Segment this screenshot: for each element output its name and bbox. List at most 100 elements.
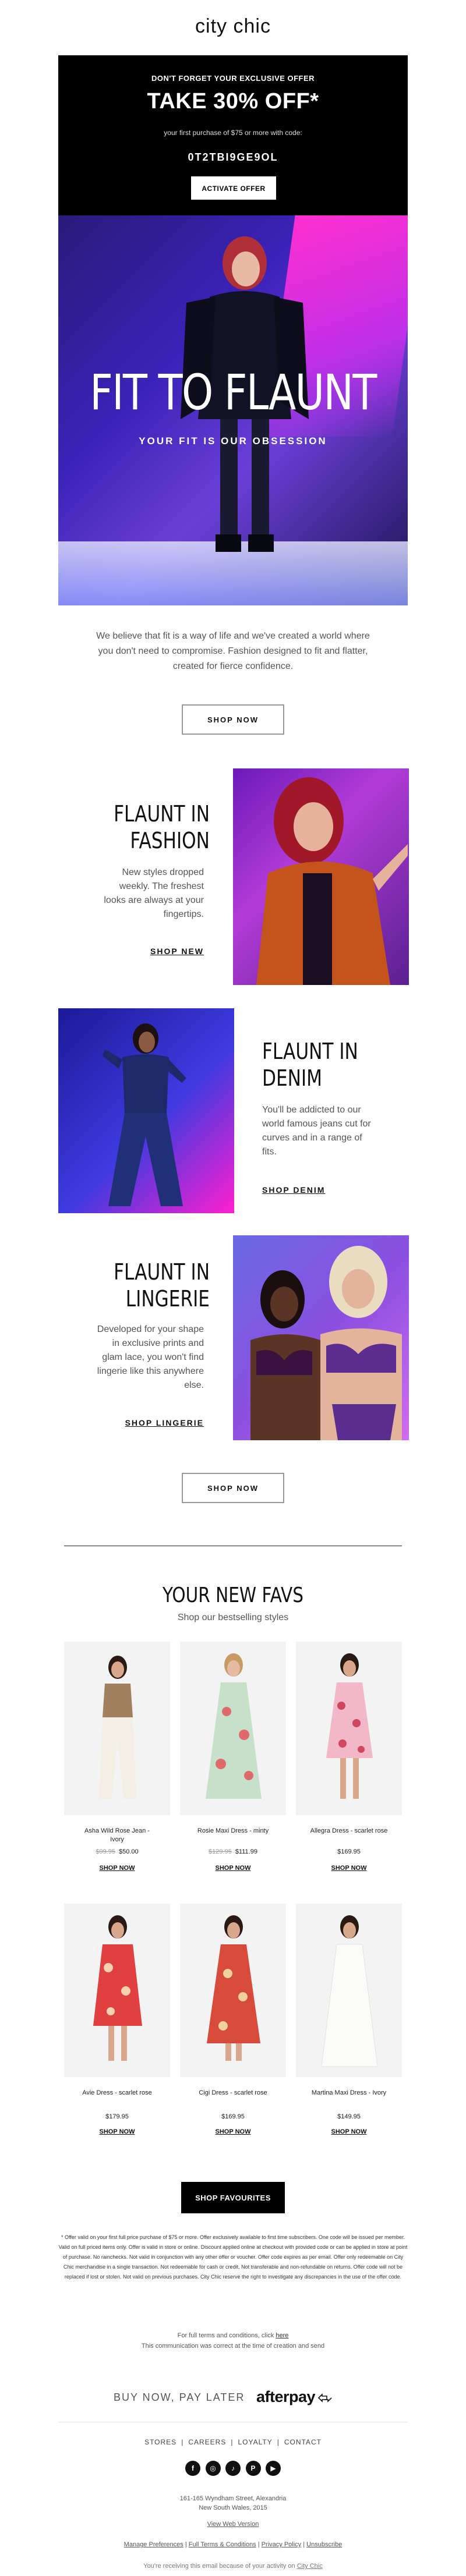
product-asha-illustration [99, 1656, 136, 1799]
shop-now-button-2[interactable]: SHOP NOW [182, 1473, 284, 1503]
shop-favourites-button[interactable]: SHOP FAVOURITES [181, 2182, 285, 2213]
product-now-price: $50.00 [119, 1848, 139, 1855]
product-shop-now-link[interactable]: SHOP NOW [64, 1865, 170, 1872]
shop-now-button[interactable]: SHOP NOW [182, 704, 284, 735]
product-shop-now-link[interactable]: SHOP NOW [296, 1865, 402, 1872]
instagram-icon[interactable]: ◎ [205, 2461, 221, 2476]
feature-lingerie-title: FLAUNT IN LINGERIE [100, 1259, 210, 1312]
hero-title: FIT TO FLAUNT [90, 364, 377, 421]
product-image[interactable] [296, 1642, 402, 1815]
offer-eyebrow: DON'T FORGET YOUR EXCLUSIVE OFFER [151, 74, 315, 83]
product-now-price: $149.95 [337, 2113, 361, 2120]
afterpay-logo-text: afterpay [256, 2388, 316, 2405]
terms-text: For full terms and conditions, click her… [0, 2330, 466, 2351]
youtube-icon[interactable]: ▶ [266, 2461, 281, 2476]
product-image[interactable] [296, 1904, 402, 2077]
shop-denim-link[interactable]: SHOP DENIM [262, 1185, 379, 1195]
feature-fashion-body: New styles dropped weekly. The freshest … [104, 867, 204, 919]
product-now-price: $169.95 [221, 2113, 245, 2120]
social-links: f ◎ ♪ P ▶ [185, 2461, 281, 2479]
feature-title-line: DENIM [262, 1065, 323, 1091]
afterpay-logo: afterpay [256, 2388, 333, 2406]
footer-nav-contact[interactable]: CONTACT [284, 2438, 322, 2446]
hero-banner[interactable]: FIT TO FLAUNT YOUR FIT IS OUR OBSESSION [58, 215, 408, 605]
feature-title-line: FASHION [130, 828, 210, 853]
intro-text: We believe that fit is a way of life and… [96, 631, 370, 671]
product-rosie-illustration [206, 1653, 262, 1799]
feature-title-line: FLAUNT IN [114, 1259, 210, 1285]
facebook-icon[interactable]: f [185, 2461, 200, 2476]
product-name-line: Avie Dress - scarlet rose [82, 2089, 152, 2096]
product-name[interactable]: Martina Maxi Dress - Ivory [296, 2089, 402, 2097]
address-line: 161-165 Wyndham Street, Alexandria [179, 2495, 287, 2502]
feature-denim-body: You'll be addicted to our world famous j… [262, 1105, 371, 1157]
product-cigi-illustration [207, 1915, 260, 2061]
afterpay-banner[interactable]: BUY NOW, PAY LATER afterpay [0, 2381, 466, 2416]
tiktok-icon[interactable]: ♪ [225, 2461, 241, 2476]
denim-model-illustration [103, 1023, 186, 1206]
receiving-notice: You're receiving this email because of y… [0, 2563, 466, 2570]
offer-banner: DON'T FORGET YOUR EXCLUSIVE OFFER TAKE 3… [58, 55, 408, 215]
lingerie-models-illustration [250, 1246, 402, 1440]
activate-offer-button[interactable]: ACTIVATE OFFER [191, 176, 276, 200]
feature-denim: FLAUNT IN DENIM [262, 1038, 396, 1092]
product-shop-now-link[interactable]: SHOP NOW [64, 2128, 170, 2135]
terms-line-2: This communication was correct at the ti… [141, 2343, 325, 2350]
product-name-line: Martina Maxi Dress - Ivory [311, 2089, 387, 2096]
product-price: $169.95 [180, 2113, 286, 2120]
product-now-price: $179.95 [105, 2113, 129, 2120]
footer-nav-stores[interactable]: STORES [144, 2438, 176, 2446]
terms-here-link[interactable]: here [276, 2332, 288, 2339]
product-name[interactable]: Rosie Maxi Dress - minty [180, 1827, 286, 1836]
product-name-line: Ivory [110, 1836, 124, 1843]
footer-nav-loyalty[interactable]: LOYALTY [238, 2438, 272, 2446]
footer-nav: STORES | CAREERS | LOYALTY | CONTACT [144, 2438, 322, 2446]
unsubscribe-link[interactable]: Unsubscribe [306, 2541, 342, 2548]
product-image[interactable] [180, 1904, 286, 2077]
privacy-policy-link[interactable]: Privacy Policy [262, 2541, 301, 2548]
footer-nav-careers[interactable]: CAREERS [188, 2438, 226, 2446]
brand-logo[interactable]: city chic [0, 15, 466, 38]
product-avie-illustration [93, 1915, 142, 2061]
favs-subtitle: Shop our bestselling styles [177, 1613, 289, 1622]
product-was-price: $129.95 [209, 1848, 232, 1855]
feature-title-line: LINGERIE [125, 1286, 210, 1312]
product-price: $129.95 $111.99 [180, 1848, 286, 1855]
product-name[interactable]: Avie Dress - scarlet rose [64, 2089, 170, 2097]
shop-lingerie-link[interactable]: SHOP LINGERIE [99, 1418, 204, 1427]
manage-preferences-link[interactable]: Manage Preferences [124, 2541, 183, 2548]
product-shop-now-link[interactable]: SHOP NOW [180, 2128, 286, 2135]
product-name-line: Allegra Dress - scarlet rose [310, 1827, 388, 1834]
address-line: New South Wales, 2015 [199, 2504, 267, 2511]
feature-lingerie-body: Developed for your shape in exclusive pr… [97, 1324, 204, 1390]
full-terms-link[interactable]: Full Terms & Conditions [189, 2541, 256, 2548]
feature-fashion-image[interactable] [233, 768, 409, 985]
shop-new-link[interactable]: SHOP NEW [116, 947, 204, 956]
product-price: $99.95 $50.00 [64, 1848, 170, 1855]
product-allegra-illustration [326, 1653, 373, 1799]
product-price: $169.95 [296, 1848, 402, 1855]
city-chic-link[interactable]: City Chic [297, 2563, 323, 2570]
product-shop-now-link[interactable]: SHOP NOW [180, 1865, 286, 1872]
favs-title: YOUR NEW FAVS [163, 1583, 303, 1607]
product-was-price: $99.95 [96, 1848, 115, 1855]
product-image[interactable] [64, 1642, 170, 1815]
feature-denim-image[interactable] [58, 1008, 234, 1213]
bnpl-text: BUY NOW, PAY LATER [114, 2391, 245, 2403]
view-web-version-link[interactable]: View Web Version [0, 2521, 466, 2528]
product-name-line: Rosie Maxi Dress - minty [197, 1827, 269, 1834]
pinterest-icon[interactable]: P [245, 2461, 261, 2476]
feature-lingerie-image[interactable] [233, 1235, 409, 1440]
hero-tagline: YOUR FIT IS OUR OBSESSION [139, 435, 327, 447]
offer-subtext: your first purchase of $75 or more with … [164, 129, 302, 137]
product-image[interactable] [180, 1642, 286, 1815]
product-name[interactable]: Asha Wild Rose Jean - Ivory [64, 1827, 170, 1844]
product-now-price: $111.99 [235, 1848, 257, 1855]
product-shop-now-link[interactable]: SHOP NOW [296, 2128, 402, 2135]
product-martina-illustration [321, 1915, 378, 2067]
product-name[interactable]: Cigi Dress - scarlet rose [180, 2089, 286, 2097]
product-name[interactable]: Allegra Dress - scarlet rose [296, 1827, 402, 1836]
offer-code: 0T2TBI9GE9OL [188, 151, 278, 163]
product-image[interactable] [64, 1904, 170, 2077]
product-now-price: $169.95 [337, 1848, 361, 1855]
